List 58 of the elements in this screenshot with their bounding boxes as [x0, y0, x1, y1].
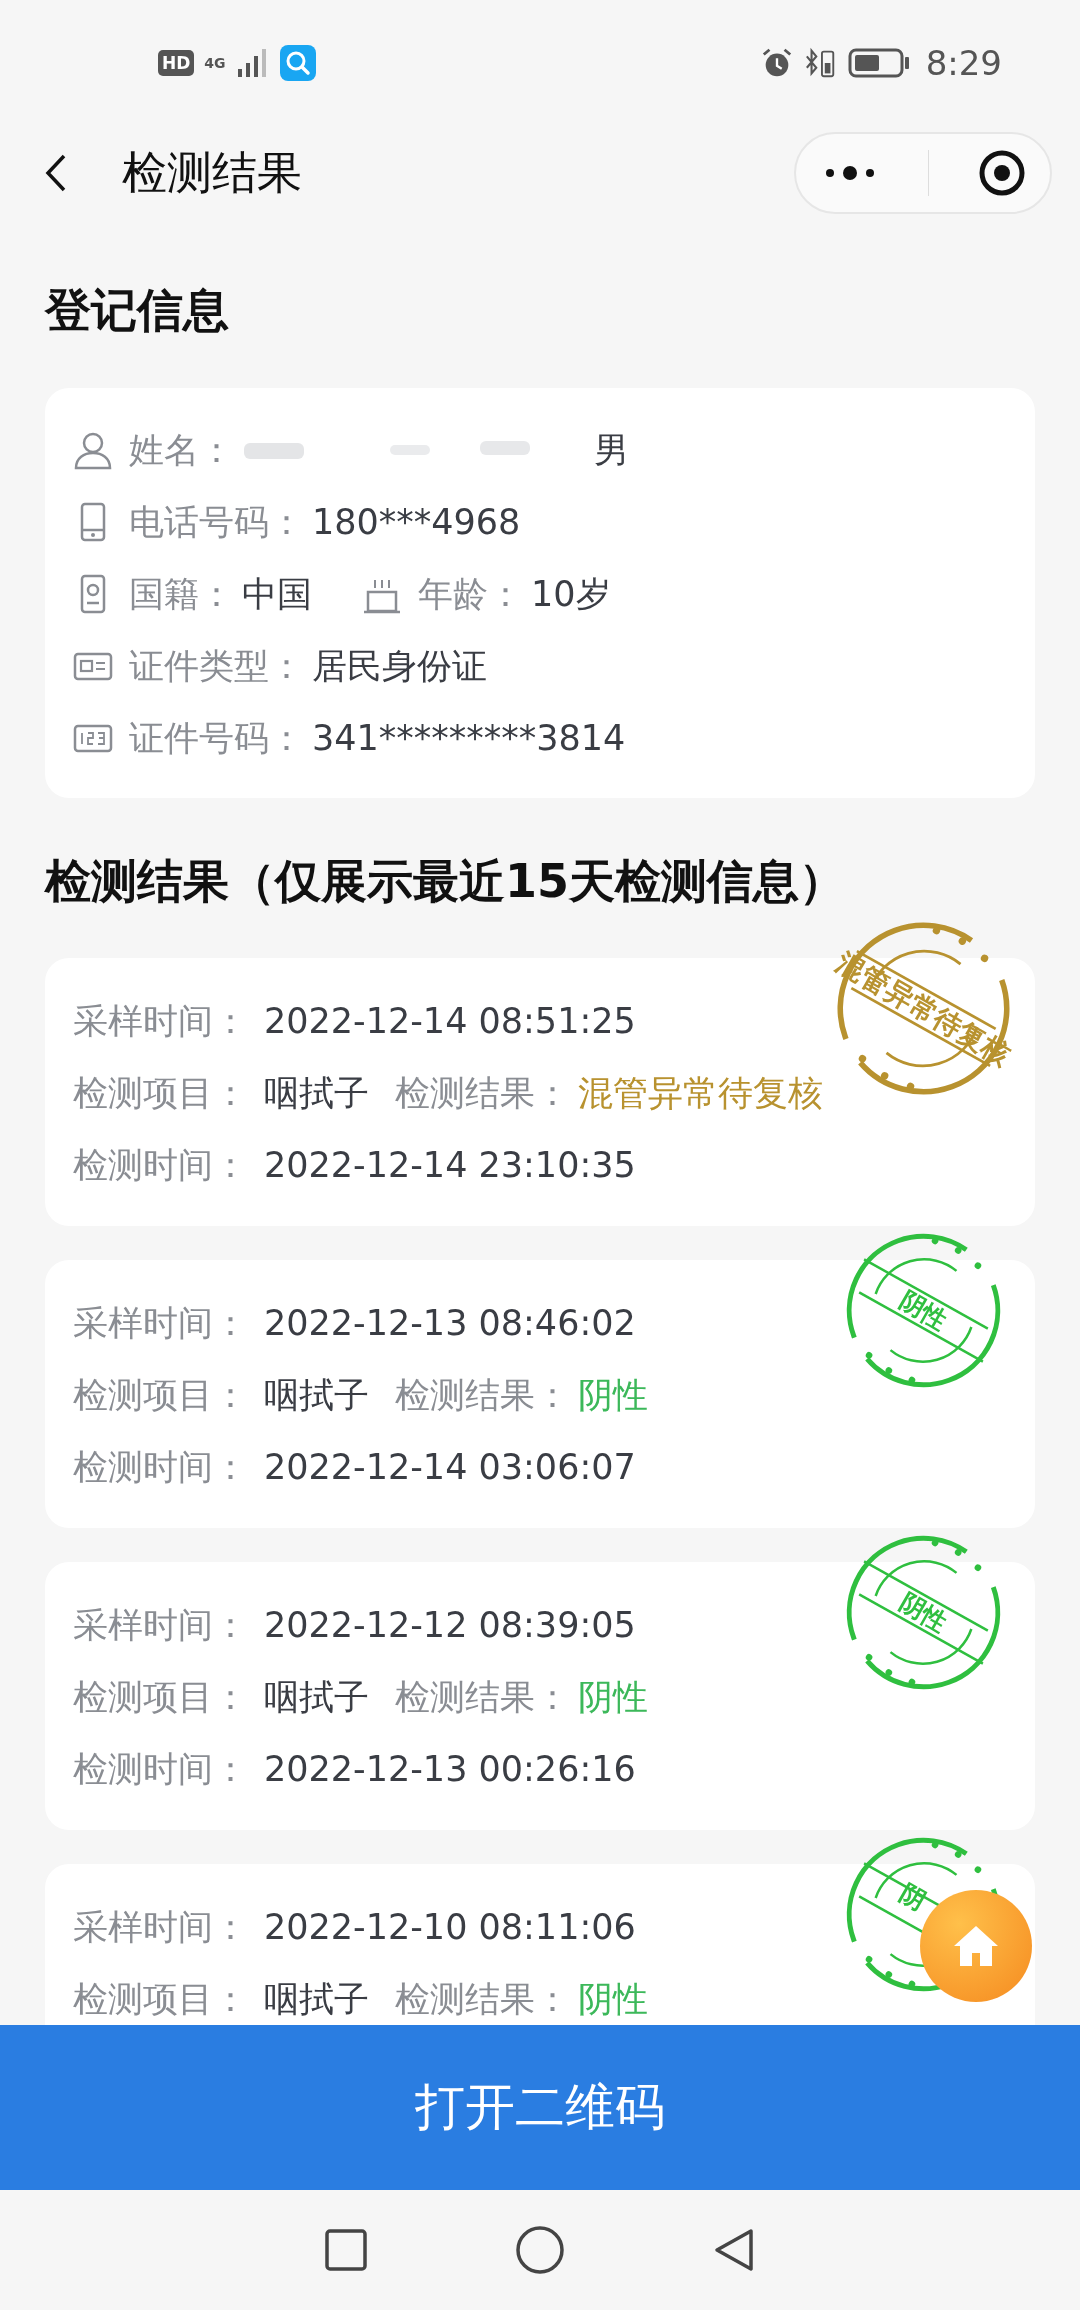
field-label: 检测时间： [73, 1445, 248, 1489]
field-label: 证件号码： [129, 716, 304, 760]
field-value: 咽拭子 [264, 1675, 369, 1719]
field-value: 男 [594, 428, 629, 472]
home-nav-icon[interactable] [515, 2225, 565, 2275]
test-result: 阴性 [578, 1977, 648, 2021]
field-label: 检测结果： [395, 1071, 570, 1115]
battery-icon [847, 46, 910, 79]
field-label: 国籍： [129, 572, 234, 616]
section-title: 登记信息 [43, 282, 230, 339]
close-target-icon[interactable] [977, 148, 1026, 197]
field-label: 检测项目： [73, 1373, 248, 1417]
network-type: 4G [204, 54, 226, 71]
test-result: 混管异常待复核 [578, 1071, 823, 1115]
field-value: 10岁 [531, 572, 611, 616]
field-label: 采样时间： [73, 1301, 248, 1345]
clock-time: 8:29 [925, 42, 1002, 83]
hd-badge: HD [158, 49, 195, 76]
recent-apps-icon[interactable] [323, 2227, 369, 2273]
field-label: 姓名： [129, 428, 234, 472]
field-label: 检测结果： [395, 1675, 570, 1719]
field-label: 证件类型： [129, 644, 304, 688]
field-label: 检测项目： [73, 1675, 248, 1719]
field-value: 咽拭子 [264, 1373, 369, 1417]
field-value: 2022-12-14 08:51:25 [264, 1001, 636, 1041]
stamp-text: 阴性 [894, 1285, 953, 1336]
field-value: 2022-12-13 08:46:02 [264, 1303, 636, 1343]
field-value: 180***4968 [312, 502, 521, 542]
field-value: 2022-12-12 08:39:05 [264, 1605, 636, 1645]
field-value: 咽拭子 [264, 1977, 369, 2021]
field-value: 2022-12-10 08:11:06 [264, 1907, 636, 1947]
field-value: 2022-12-14 23:10:35 [264, 1145, 636, 1185]
field-label: 年龄： [418, 572, 523, 616]
field-label: 检测项目： [73, 1977, 248, 2021]
back-icon[interactable] [44, 152, 68, 193]
field-label: 检测时间： [73, 1747, 248, 1791]
test-result: 阴性 [578, 1675, 648, 1719]
field-value: 2022-12-14 03:06:07 [264, 1447, 636, 1487]
open-qr-code-button[interactable]: 打开二维码 [0, 2025, 1080, 2190]
field-label: 检测时间： [73, 1143, 248, 1187]
field-label: 采样时间： [73, 1905, 248, 1949]
field-label: 检测结果： [395, 1373, 570, 1417]
search-icon [279, 44, 316, 81]
field-label: 电话号码： [129, 500, 304, 544]
field-label: 检测项目： [73, 1071, 248, 1115]
field-value: 341*********3814 [312, 718, 626, 758]
test-result: 阴性 [578, 1373, 648, 1417]
section-title: 检测结果（仅展示最近15天检测信息） [43, 853, 846, 910]
field-value: 中国 [242, 572, 312, 616]
stamp-text: 阴性 [894, 1587, 953, 1638]
field-value: 居民身份证 [312, 644, 487, 688]
field-label: 采样时间： [73, 999, 248, 1043]
field-value: 2022-12-13 00:26:16 [264, 1749, 636, 1789]
field-value: 咽拭子 [264, 1071, 369, 1115]
page-title: 检测结果 [122, 144, 303, 201]
person-icon [73, 430, 113, 470]
field-label: 采样时间： [73, 1603, 248, 1647]
field-label: 检测结果： [395, 1977, 570, 2021]
